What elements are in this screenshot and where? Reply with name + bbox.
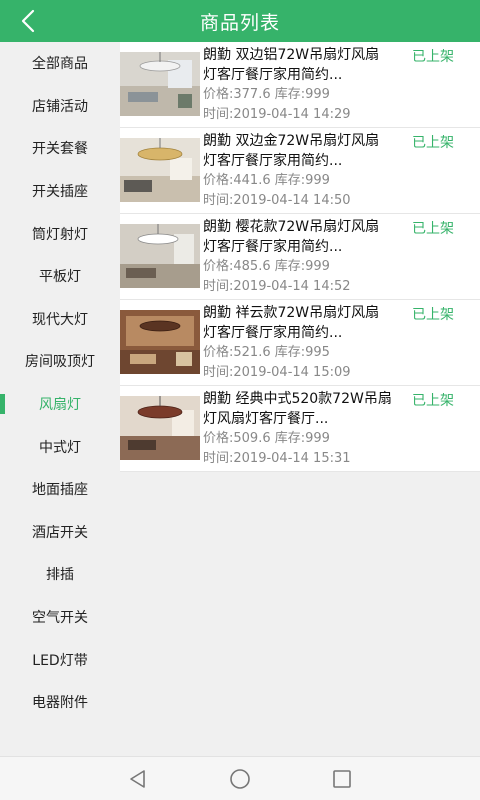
sidebar-item-label: 平板灯: [39, 269, 81, 286]
page-title: 商品列表: [199, 11, 280, 34]
product-price: 价格:377.6: [203, 87, 271, 102]
status-badge: 已上架: [412, 307, 454, 323]
product-item[interactable]: 朗勤 樱花款72W吊扇灯风扇灯客厅餐厅家用简约... 价格:485.6 库存:9…: [120, 214, 480, 300]
sidebar-item-chinese-lamp[interactable]: 中式灯: [0, 425, 120, 468]
sidebar-item-label: 中式灯: [39, 439, 81, 456]
sidebar-item-label: 全部商品: [32, 56, 88, 73]
sidebar-item-switch-socket[interactable]: 开关插座: [0, 170, 120, 213]
sidebar-item-label: 现代大灯: [32, 311, 88, 328]
product-time: 时间:2019-04-14 15:09: [203, 365, 351, 380]
product-price: 价格:441.6: [203, 173, 271, 188]
sidebar-item-downlight-spotlight[interactable]: 筒灯射灯: [0, 212, 120, 255]
nav-recent-button[interactable]: [328, 765, 356, 793]
sidebar-item-label: 空气开关: [32, 610, 88, 627]
product-time: 时间:2019-04-14 14:50: [203, 193, 351, 208]
sidebar-item-panel-light[interactable]: 平板灯: [0, 255, 120, 298]
product-stock: 库存:999: [274, 173, 330, 188]
sidebar-item-label: 店铺活动: [32, 98, 88, 115]
product-image: [120, 224, 200, 288]
sidebar-item-label: 电器附件: [32, 695, 88, 712]
product-item[interactable]: 朗勤 祥云款72W吊扇灯风扇灯客厅餐厅家用简约... 价格:521.6 库存:9…: [120, 300, 480, 386]
product-list: 朗勤 双边铝72W吊扇灯风扇灯客厅餐厅家用简约... 价格:377.6 库存:9…: [120, 42, 480, 472]
product-item[interactable]: 朗勤 双边铝72W吊扇灯风扇灯客厅餐厅家用简约... 价格:377.6 库存:9…: [120, 42, 480, 128]
product-title: 朗勤 经典中式520款72W吊扇灯风扇灯客厅餐厅...: [203, 391, 392, 427]
status-badge: 已上架: [412, 393, 454, 409]
product-item[interactable]: 朗勤 双边金72W吊扇灯风扇灯客厅餐厅家用简约... 价格:441.6 库存:9…: [120, 128, 480, 214]
product-image: [120, 310, 200, 374]
status-badge: 已上架: [412, 221, 454, 237]
system-navigation-bar: [0, 756, 480, 800]
sidebar-item-switch-package[interactable]: 开关套餐: [0, 127, 120, 170]
triangle-back-icon: [130, 770, 145, 788]
sidebar-item-all-products[interactable]: 全部商品: [0, 42, 120, 85]
product-image: [120, 138, 200, 202]
product-time: 时间:2019-04-14 15:31: [203, 451, 351, 466]
active-indicator: [0, 393, 5, 414]
title-bar: 商品列表: [0, 0, 480, 42]
product-price: 价格:521.6: [203, 345, 271, 360]
product-price: 价格:509.6: [203, 431, 271, 446]
sidebar-item-label: 筒灯射灯: [32, 226, 88, 243]
sidebar-item-label: 房间吸顶灯: [25, 354, 95, 371]
sidebar-item-led-strip[interactable]: LED灯带: [0, 638, 120, 681]
sidebar-item-shop-activity[interactable]: 店铺活动: [0, 85, 120, 128]
status-badge: 已上架: [412, 49, 454, 65]
sidebar-item-fan-light[interactable]: 风扇灯: [0, 383, 120, 426]
sidebar-item-label: 排插: [46, 567, 74, 584]
back-button[interactable]: [12, 5, 44, 37]
product-stock: 库存:999: [274, 87, 330, 102]
circle-home-icon: [230, 769, 250, 789]
category-sidebar: 全部商品 店铺活动 开关套餐 开关插座 筒灯射灯 平板灯 现代大灯 房间吸顶灯 …: [0, 42, 120, 756]
sidebar-item-label: 风扇灯: [39, 397, 81, 414]
product-price: 价格:485.6: [203, 259, 271, 274]
product-image: [120, 396, 200, 460]
product-title: 朗勤 祥云款72W吊扇灯风扇灯客厅餐厅家用简约...: [203, 305, 380, 341]
sidebar-item-electrical-accessories[interactable]: 电器附件: [0, 681, 120, 724]
app-root: 商品列表 全部商品 店铺活动 开关套餐 开关插座 筒灯射灯 平板灯 现代大灯 房…: [0, 0, 480, 800]
product-stock: 库存:999: [274, 259, 330, 274]
sidebar-item-hotel-switch[interactable]: 酒店开关: [0, 511, 120, 554]
sidebar-item-label: 开关插座: [32, 184, 88, 201]
status-badge: 已上架: [412, 135, 454, 151]
chevron-left-icon: [21, 9, 35, 33]
product-stock: 库存:995: [274, 345, 330, 360]
product-title: 朗勤 双边铝72W吊扇灯风扇灯客厅餐厅家用简约...: [203, 47, 380, 83]
square-recent-icon: [333, 770, 351, 788]
product-item[interactable]: 朗勤 经典中式520款72W吊扇灯风扇灯客厅餐厅... 价格:509.6 库存:…: [120, 386, 480, 472]
sidebar-item-floor-socket[interactable]: 地面插座: [0, 468, 120, 511]
sidebar-item-label: 开关套餐: [32, 141, 88, 158]
product-time: 时间:2019-04-14 14:52: [203, 279, 351, 294]
sidebar-item-air-switch[interactable]: 空气开关: [0, 596, 120, 639]
nav-back-button[interactable]: [124, 765, 152, 793]
sidebar-item-ceiling-light[interactable]: 房间吸顶灯: [0, 340, 120, 383]
product-title: 朗勤 樱花款72W吊扇灯风扇灯客厅餐厅家用简约...: [203, 219, 380, 255]
product-time: 时间:2019-04-14 14:29: [203, 107, 351, 122]
sidebar-item-modern-lamp[interactable]: 现代大灯: [0, 298, 120, 341]
product-image: [120, 52, 200, 116]
sidebar-item-power-strip[interactable]: 排插: [0, 553, 120, 596]
product-stock: 库存:999: [274, 431, 330, 446]
sidebar-item-label: LED灯带: [32, 652, 88, 669]
sidebar-item-label: 地面插座: [32, 482, 88, 499]
product-title: 朗勤 双边金72W吊扇灯风扇灯客厅餐厅家用简约...: [203, 133, 380, 169]
sidebar-item-label: 酒店开关: [32, 524, 88, 541]
nav-home-button[interactable]: [226, 765, 254, 793]
